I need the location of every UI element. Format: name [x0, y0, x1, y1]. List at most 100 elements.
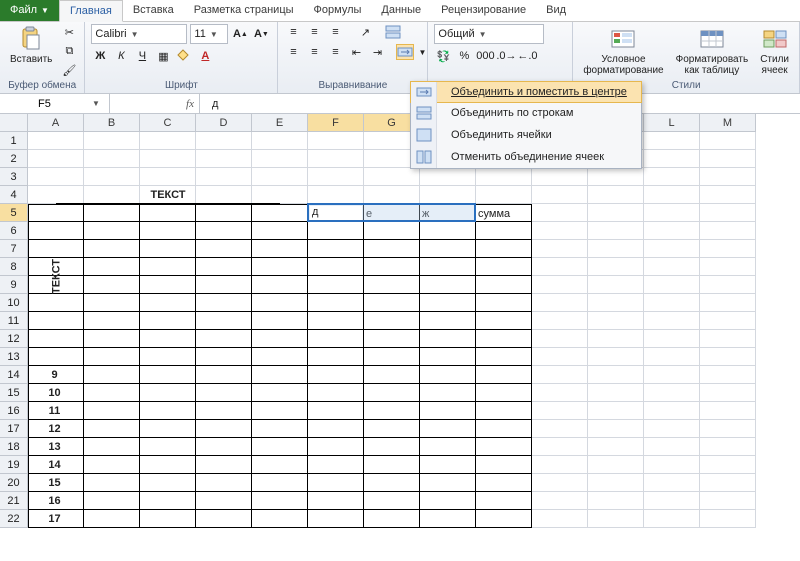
tab-page-layout[interactable]: Разметка страницы: [184, 0, 304, 21]
row-header-9[interactable]: 9: [0, 276, 28, 294]
wrap-text-button[interactable]: [384, 24, 402, 40]
cell-L18[interactable]: [644, 438, 700, 456]
cell-J20[interactable]: [532, 474, 588, 492]
cell-J6[interactable]: [532, 222, 588, 240]
cell-I22[interactable]: [476, 510, 532, 528]
cell-L10[interactable]: [644, 294, 700, 312]
cell-C7[interactable]: [140, 240, 196, 258]
increase-indent-button[interactable]: ⇥: [368, 44, 386, 60]
cell-F20[interactable]: [308, 474, 364, 492]
cell-C6[interactable]: [140, 222, 196, 240]
cell-L9[interactable]: [644, 276, 700, 294]
cell-I6[interactable]: [476, 222, 532, 240]
cell-K5[interactable]: [588, 204, 644, 222]
cell-F7[interactable]: [308, 240, 364, 258]
cell-K15[interactable]: [588, 384, 644, 402]
cell-E19[interactable]: [252, 456, 308, 474]
cell-I15[interactable]: [476, 384, 532, 402]
cell-F16[interactable]: [308, 402, 364, 420]
cell-C19[interactable]: [140, 456, 196, 474]
cell-L2[interactable]: [644, 150, 700, 168]
cell-B13[interactable]: [84, 348, 140, 366]
currency-button[interactable]: 💱: [434, 48, 452, 64]
format-painter-button[interactable]: 🖌: [60, 62, 78, 78]
cell-C10[interactable]: [140, 294, 196, 312]
cell-K18[interactable]: [588, 438, 644, 456]
cell-D13[interactable]: [196, 348, 252, 366]
cell-E17[interactable]: [252, 420, 308, 438]
cell-F10[interactable]: [308, 294, 364, 312]
cell-C11[interactable]: [140, 312, 196, 330]
row-header-15[interactable]: 15: [0, 384, 28, 402]
cell-G5[interactable]: е: [364, 204, 420, 222]
cell-B8[interactable]: [84, 258, 140, 276]
row-header-5[interactable]: 5: [0, 204, 28, 222]
cell-M6[interactable]: [700, 222, 756, 240]
cell-M15[interactable]: [700, 384, 756, 402]
cell-K10[interactable]: [588, 294, 644, 312]
cell-M19[interactable]: [700, 456, 756, 474]
row-header-6[interactable]: 6: [0, 222, 28, 240]
cell-B12[interactable]: [84, 330, 140, 348]
cell-J7[interactable]: [532, 240, 588, 258]
cell-E22[interactable]: [252, 510, 308, 528]
cell-I19[interactable]: [476, 456, 532, 474]
cell-G9[interactable]: [364, 276, 420, 294]
cell-H3[interactable]: [420, 168, 476, 186]
cell-F1[interactable]: [308, 132, 364, 150]
cell-M2[interactable]: [700, 150, 756, 168]
cell-M22[interactable]: [700, 510, 756, 528]
cell-G6[interactable]: [364, 222, 420, 240]
fill-color-button[interactable]: [175, 48, 193, 64]
cell-A13[interactable]: [28, 348, 84, 366]
cell-G17[interactable]: [364, 420, 420, 438]
cell-L17[interactable]: [644, 420, 700, 438]
cell-K11[interactable]: [588, 312, 644, 330]
cell-G11[interactable]: [364, 312, 420, 330]
cell-B11[interactable]: [84, 312, 140, 330]
cell-E12[interactable]: [252, 330, 308, 348]
cell-I5[interactable]: сумма: [476, 204, 532, 222]
cell-B7[interactable]: [84, 240, 140, 258]
cell-A19[interactable]: 14: [28, 456, 84, 474]
column-header-E[interactable]: E: [252, 114, 308, 132]
merge-and-center-item[interactable]: Объединить и поместить в центре: [410, 81, 642, 103]
cell-L4[interactable]: [644, 186, 700, 204]
cell-M8[interactable]: [700, 258, 756, 276]
cell-F9[interactable]: [308, 276, 364, 294]
cell-D15[interactable]: [196, 384, 252, 402]
cell-B2[interactable]: [84, 150, 140, 168]
cell-H22[interactable]: [420, 510, 476, 528]
cell-E13[interactable]: [252, 348, 308, 366]
cell-K19[interactable]: [588, 456, 644, 474]
merge-across-item[interactable]: Объединить по строкам: [411, 102, 641, 124]
tab-data[interactable]: Данные: [371, 0, 431, 21]
cell-I4[interactable]: [476, 186, 532, 204]
cell-A14[interactable]: 9: [28, 366, 84, 384]
cell-A18[interactable]: 13: [28, 438, 84, 456]
cell-J15[interactable]: [532, 384, 588, 402]
cell-B6[interactable]: [84, 222, 140, 240]
cell-B5[interactable]: [84, 204, 140, 222]
cell-D19[interactable]: [196, 456, 252, 474]
cell-L1[interactable]: [644, 132, 700, 150]
cell-J12[interactable]: [532, 330, 588, 348]
cell-D20[interactable]: [196, 474, 252, 492]
cell-styles-button[interactable]: Стили ячеек: [756, 24, 793, 78]
cell-E14[interactable]: [252, 366, 308, 384]
orientation-button[interactable]: ↗: [356, 24, 374, 40]
decrease-decimal-button[interactable]: ←.0: [518, 48, 536, 64]
cell-A2[interactable]: [28, 150, 84, 168]
cell-C13[interactable]: [140, 348, 196, 366]
cell-G19[interactable]: [364, 456, 420, 474]
cell-F17[interactable]: [308, 420, 364, 438]
merged-vertical-text[interactable]: ТЕКСТ: [29, 205, 84, 348]
cell-G22[interactable]: [364, 510, 420, 528]
cell-K16[interactable]: [588, 402, 644, 420]
cell-C9[interactable]: [140, 276, 196, 294]
cell-A20[interactable]: 15: [28, 474, 84, 492]
cell-E1[interactable]: [252, 132, 308, 150]
number-format-combo[interactable]: Общий▼: [434, 24, 544, 44]
cell-E9[interactable]: [252, 276, 308, 294]
cell-D16[interactable]: [196, 402, 252, 420]
